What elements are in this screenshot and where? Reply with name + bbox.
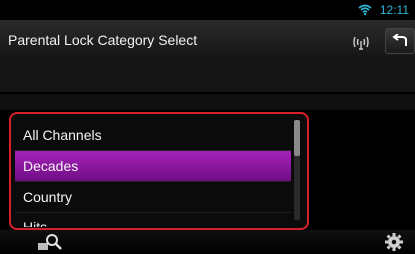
blank-stripe-1 bbox=[0, 60, 415, 92]
status-right: 12:11 bbox=[358, 3, 409, 17]
category-list: All Channels Decades Country Hits bbox=[15, 120, 291, 227]
back-arrow-icon bbox=[392, 34, 407, 46]
list-item-label: Country bbox=[23, 189, 73, 205]
gear-icon[interactable] bbox=[384, 232, 404, 252]
page-title: Parental Lock Category Select bbox=[8, 32, 198, 48]
list-item-label: Decades bbox=[23, 158, 79, 174]
list-item-label: Hits bbox=[23, 219, 48, 227]
back-button[interactable] bbox=[385, 28, 415, 54]
list-item-label: All Channels bbox=[23, 127, 102, 143]
search-icon[interactable] bbox=[37, 232, 63, 252]
antenna-icon bbox=[353, 36, 369, 50]
list-scrollbar[interactable] bbox=[294, 120, 300, 220]
list-item-decades[interactable]: Decades bbox=[15, 151, 291, 182]
list-item-hits[interactable]: Hits bbox=[15, 213, 291, 227]
category-panel: All Channels Decades Country Hits bbox=[9, 112, 309, 230]
scrollbar-thumb[interactable] bbox=[294, 120, 300, 156]
clock: 12:11 bbox=[379, 3, 409, 17]
blank-stripe-2 bbox=[0, 94, 415, 110]
wifi-icon bbox=[358, 4, 372, 16]
header: Parental Lock Category Select bbox=[0, 20, 415, 60]
status-bar: 12:11 bbox=[0, 0, 415, 20]
list-item-country[interactable]: Country bbox=[15, 182, 291, 213]
list-item-all-channels[interactable]: All Channels bbox=[15, 120, 291, 151]
